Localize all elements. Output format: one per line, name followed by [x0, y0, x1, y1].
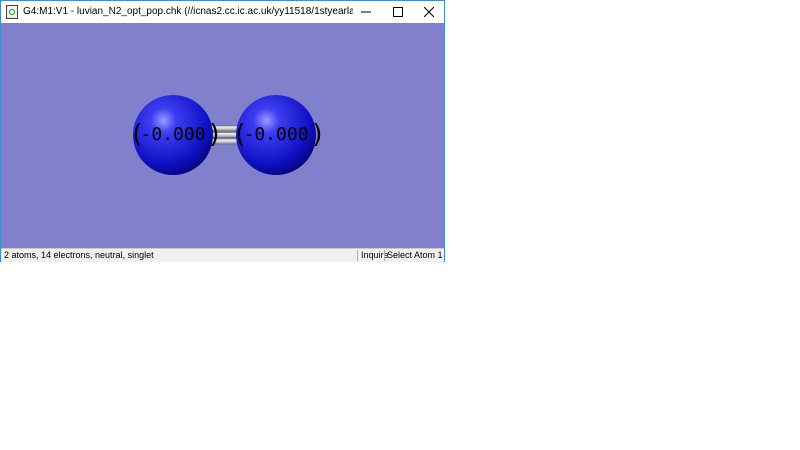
maximize-button[interactable] [382, 1, 414, 23]
gaussview-window: G4:M1:V1 - luvian_N2_opt_pop.chk (//icna… [0, 0, 445, 262]
title-bar[interactable]: G4:M1:V1 - luvian_N2_opt_pop.chk (//icna… [1, 1, 444, 23]
status-bar: 2 atoms, 14 electrons, neutral, singlet … [1, 248, 444, 262]
atom-2-charge-text: -0.000 [243, 124, 308, 145]
action-status: Select Atom 1 [387, 250, 443, 260]
close-button[interactable] [414, 1, 444, 23]
gaussview-app-icon [6, 5, 18, 19]
molecule-viewport[interactable]: ( -0.000 ) ( -0.000 ) [1, 23, 444, 248]
window-title: G4:M1:V1 - luvian_N2_opt_pop.chk (//icna… [23, 6, 353, 17]
svg-text:): ) [310, 120, 326, 150]
molecule-canvas[interactable]: ( -0.000 ) ( -0.000 ) [1, 23, 444, 248]
status-divider [357, 250, 358, 261]
maximize-icon [393, 7, 403, 17]
close-icon [424, 7, 434, 17]
svg-text:): ) [207, 120, 223, 150]
status-divider [384, 250, 385, 261]
minimize-button[interactable] [350, 1, 382, 23]
atom-1-charge-text: -0.000 [140, 124, 205, 145]
molecule-info-status: 2 atoms, 14 electrons, neutral, singlet [4, 250, 154, 260]
minimize-icon [361, 11, 371, 13]
